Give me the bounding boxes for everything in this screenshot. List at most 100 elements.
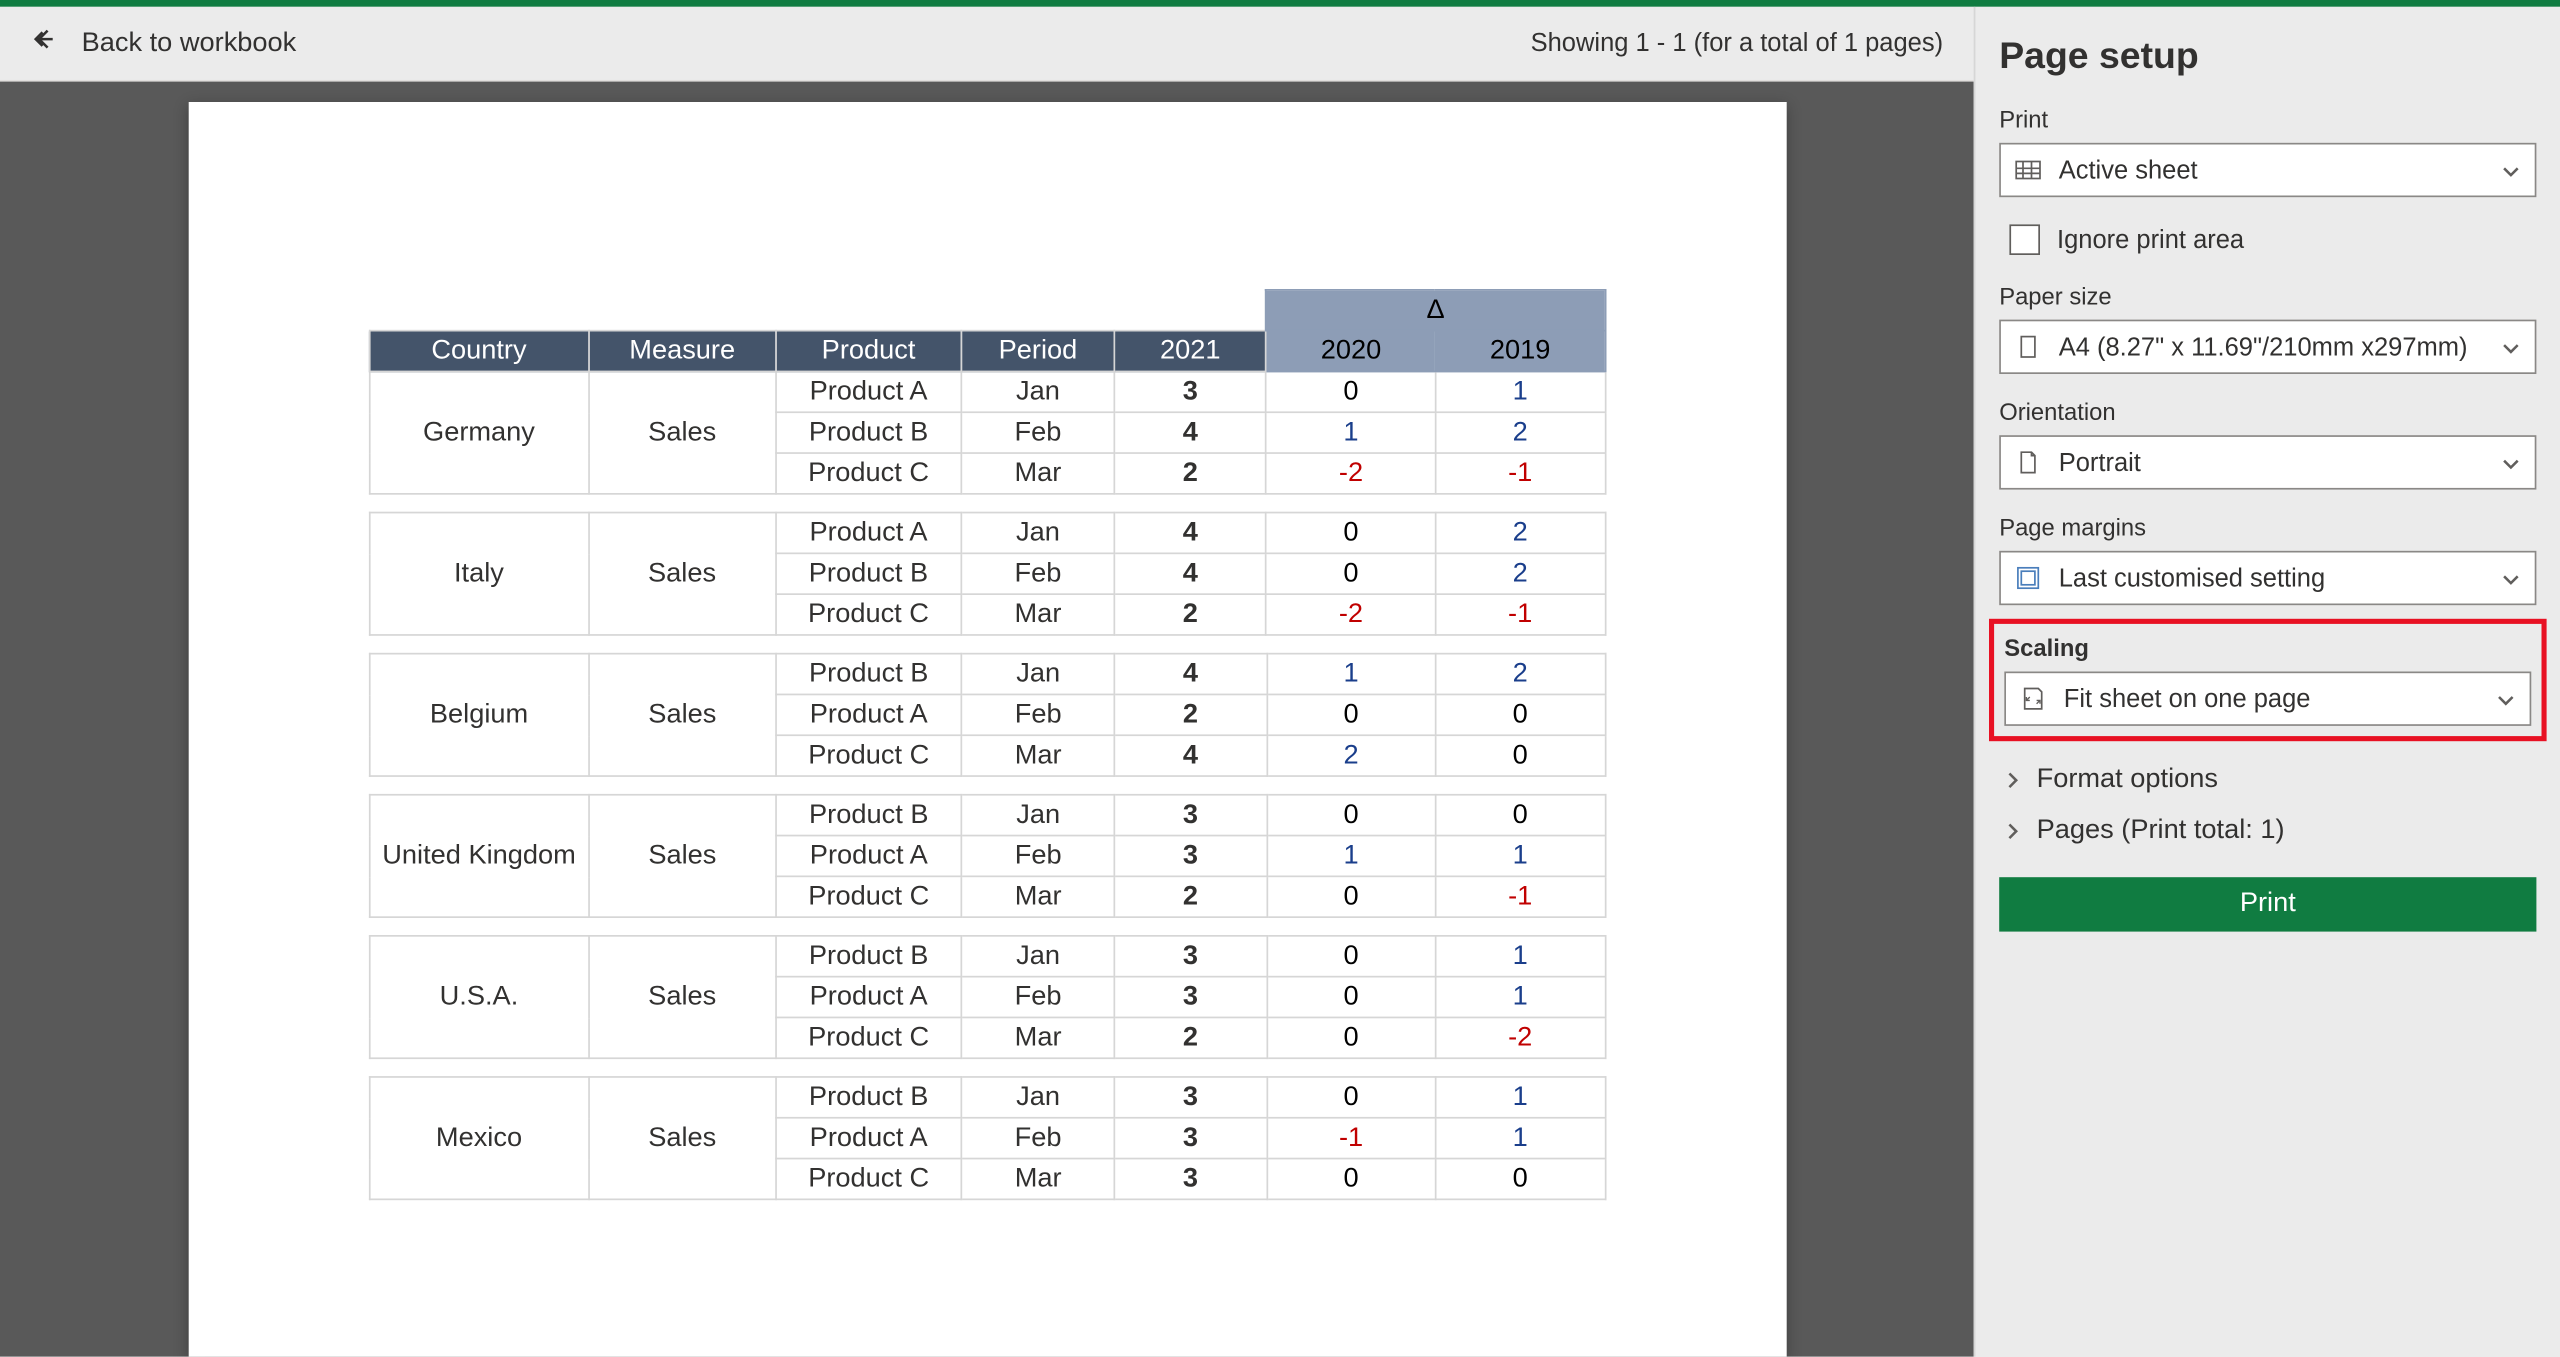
margins-icon — [2015, 564, 2042, 591]
data-cell: 3 — [1114, 795, 1266, 836]
data-cell: Product A — [775, 1118, 961, 1159]
data-cell: 0 — [1266, 553, 1435, 594]
data-cell: Jan — [962, 371, 1114, 412]
scaling-dropdown[interactable]: Fit sheet on one page — [2004, 672, 2531, 726]
pages-label: Pages (Print total: 1) — [2037, 816, 2285, 847]
delta-header: Δ — [1266, 290, 1604, 331]
chevron-right-icon — [2003, 770, 2023, 790]
header-spacer — [775, 290, 961, 331]
data-cell: Feb — [962, 694, 1114, 735]
column-header: Product — [775, 331, 961, 372]
print-button[interactable]: Print — [1999, 877, 2536, 931]
print-section-label: Print — [1999, 105, 2536, 132]
sheet-icon — [2015, 156, 2042, 183]
back-label: Back to workbook — [82, 28, 297, 59]
country-cell: Mexico — [369, 1077, 589, 1199]
data-cell: Product C — [775, 1017, 961, 1058]
data-cell: Jan — [962, 513, 1114, 554]
data-cell: Mar — [962, 453, 1114, 494]
data-cell: Product A — [775, 371, 961, 412]
measure-cell: Sales — [589, 654, 775, 776]
country-cell: Belgium — [369, 654, 589, 776]
chevron-down-icon — [2496, 689, 2516, 709]
data-cell: 2 — [1436, 412, 1605, 453]
portrait-icon — [2015, 449, 2042, 476]
chevron-down-icon — [2501, 337, 2521, 357]
paper-size-dropdown[interactable]: A4 (8.27" x 11.69"/210mm x297mm) — [1999, 320, 2536, 374]
data-cell: Product C — [776, 876, 962, 917]
print-what-dropdown[interactable]: Active sheet — [1999, 143, 2536, 197]
scaling-highlight: Scaling Fit sheet on one page — [1989, 619, 2547, 741]
ignore-print-area-checkbox[interactable]: Ignore print area — [1999, 218, 2536, 279]
orientation-dropdown[interactable]: Portrait — [1999, 435, 2536, 489]
column-header: Measure — [589, 331, 775, 372]
paper-size-value: A4 (8.27" x 11.69"/210mm x297mm) — [2059, 332, 2484, 361]
data-cell: 2 — [1114, 1017, 1266, 1058]
data-block: United KingdomSalesProduct BJan300Produc… — [368, 794, 1606, 918]
data-cell: 2 — [1436, 513, 1605, 554]
print-what-value: Active sheet — [2059, 156, 2484, 185]
format-options-collapsible[interactable]: Format options — [1999, 755, 2536, 806]
data-cell: Jan — [962, 795, 1114, 836]
table-row: U.S.A.SalesProduct BJan301 — [369, 936, 1605, 977]
table-row: ItalySalesProduct AJan402 — [369, 513, 1605, 554]
data-cell: 4 — [1114, 513, 1266, 554]
data-cell: 0 — [1436, 694, 1605, 735]
data-cell: 0 — [1267, 1017, 1436, 1058]
data-cell: 0 — [1267, 795, 1436, 836]
data-cell: -1 — [1436, 594, 1605, 635]
data-cell: 3 — [1114, 1077, 1266, 1118]
data-cell: Product C — [775, 594, 962, 635]
data-cell: -2 — [1266, 594, 1435, 635]
data-cell: 4 — [1114, 654, 1266, 695]
data-table: MexicoSalesProduct BJan301Product AFeb3-… — [368, 1076, 1606, 1200]
data-cell: Mar — [962, 1159, 1114, 1200]
data-cell: 3 — [1114, 936, 1266, 977]
scaling-label: Scaling — [2004, 634, 2531, 661]
table-row: GermanySalesProduct AJan301 — [369, 371, 1605, 412]
measure-cell: Sales — [589, 936, 775, 1058]
chevron-right-icon — [2003, 821, 2023, 841]
back-to-workbook-link[interactable]: Back to workbook — [31, 26, 297, 62]
pages-collapsible[interactable]: Pages (Print total: 1) — [1999, 806, 2536, 857]
data-cell: Product A — [775, 694, 961, 735]
data-cell: 0 — [1267, 1077, 1436, 1118]
data-cell: 2 — [1436, 654, 1605, 695]
data-cell: -2 — [1436, 1017, 1605, 1058]
data-cell: Jan — [962, 1077, 1114, 1118]
data-cell: 4 — [1114, 412, 1266, 453]
data-cell: 3 — [1114, 977, 1266, 1018]
data-cell: Mar — [962, 735, 1114, 776]
data-cell: 3 — [1114, 1118, 1266, 1159]
country-cell: Italy — [369, 513, 589, 635]
data-cell: 2 — [1436, 553, 1605, 594]
data-cell: 2 — [1267, 735, 1436, 776]
data-cell: 0 — [1436, 1159, 1605, 1200]
column-header: Country — [369, 331, 589, 372]
data-cell: 4 — [1114, 735, 1266, 776]
app-accent-bar — [0, 0, 2560, 7]
data-cell: Product A — [776, 836, 962, 877]
table-row: BelgiumSalesProduct BJan412 — [369, 654, 1605, 695]
scaling-value: Fit sheet on one page — [2064, 684, 2479, 713]
margins-dropdown[interactable]: Last customised setting — [1999, 551, 2536, 605]
checkbox-box-icon — [2009, 224, 2040, 255]
data-cell: 0 — [1267, 936, 1436, 977]
orientation-value: Portrait — [2059, 448, 2484, 477]
data-cell: Feb — [962, 836, 1114, 877]
data-cell: Product B — [775, 412, 961, 453]
data-block: MexicoSalesProduct BJan301Product AFeb3-… — [368, 1076, 1606, 1200]
page-indicator: Showing 1 - 1 (for a total of 1 pages) — [1531, 29, 1943, 58]
header-spacer — [369, 290, 589, 331]
data-cell: Product C — [775, 735, 961, 776]
data-cell: 2 — [1114, 453, 1266, 494]
data-cell: Product B — [775, 1077, 961, 1118]
data-cell: Product A — [775, 977, 961, 1018]
data-cell: 2 — [1114, 694, 1266, 735]
data-cell: Product C — [775, 453, 961, 494]
data-cell: 3 — [1114, 371, 1266, 412]
data-cell: 3 — [1114, 836, 1266, 877]
data-cell: 4 — [1114, 553, 1266, 594]
header-spacer — [1114, 290, 1266, 331]
data-block: BelgiumSalesProduct BJan412Product AFeb2… — [368, 653, 1606, 777]
